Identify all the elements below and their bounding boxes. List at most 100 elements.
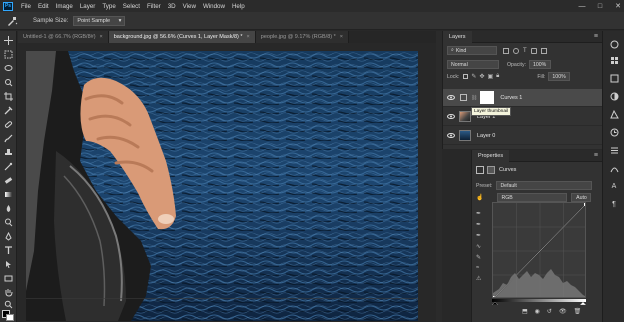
menu-item-window[interactable]: Window — [203, 3, 225, 10]
character-panel-icon[interactable]: A — [609, 181, 619, 191]
channels-panel-icon[interactable] — [609, 145, 619, 155]
layer-thumbnail[interactable] — [459, 111, 471, 122]
filter-smart-object-icon[interactable] — [540, 47, 547, 54]
close-icon[interactable]: × — [247, 34, 250, 40]
panel-menu-icon[interactable]: ≡ — [594, 33, 598, 40]
rectangle-tool-icon[interactable] — [3, 273, 14, 284]
canvas-area[interactable] — [18, 43, 436, 322]
hand-tool-icon[interactable] — [3, 287, 14, 298]
auto-button[interactable]: Auto — [571, 193, 592, 202]
black-point-eyedropper-icon[interactable]: ✒ — [476, 210, 481, 217]
filter-pixel-icon[interactable] — [503, 47, 509, 54]
history-panel-icon[interactable] — [609, 127, 619, 137]
eyedropper-icon[interactable] — [3, 105, 14, 116]
eraser-tool-icon[interactable] — [3, 175, 14, 186]
visibility-eye-icon[interactable] — [446, 95, 456, 100]
mask-icon[interactable] — [487, 166, 495, 174]
path-selection-icon[interactable] — [3, 259, 14, 270]
tab-background[interactable]: background.jpg @ 56.6% (Curves 1, Layer … — [108, 31, 256, 43]
menu-item-type[interactable]: Type — [102, 3, 115, 10]
minimize-button[interactable]: — — [578, 3, 586, 10]
marquee-tool-icon[interactable] — [3, 49, 14, 60]
clip-to-layer-icon[interactable]: ⬒ — [522, 308, 528, 315]
history-brush-icon[interactable] — [3, 161, 14, 172]
layer-filter-select[interactable]: ⌕ Kind — [447, 46, 497, 55]
crop-tool-icon[interactable] — [3, 91, 14, 102]
close-icon[interactable]: × — [340, 34, 343, 40]
layer-row[interactable]: ⛓ Curves 1 — [443, 89, 603, 107]
preset-select[interactable]: Default — [496, 181, 593, 190]
lasso-tool-icon[interactable] — [3, 63, 14, 74]
layer-thumbnail[interactable] — [459, 130, 471, 141]
paths-panel-icon[interactable] — [609, 163, 619, 173]
gray-point-eyedropper-icon[interactable]: ✒ — [476, 221, 481, 228]
lock-image-icon[interactable]: ✎ — [471, 73, 476, 80]
toggle-visibility-icon[interactable]: 👁︎ — [559, 308, 567, 315]
draw-curve-icon[interactable]: ✎ — [476, 254, 481, 261]
color-panel-icon[interactable] — [609, 39, 619, 49]
tab-properties[interactable]: Properties — [472, 149, 510, 162]
layer-row[interactable]: Layer 0 — [443, 127, 603, 145]
on-image-adjust-icon[interactable]: ☝ — [476, 194, 483, 201]
quick-selection-tool-icon[interactable] — [3, 77, 14, 88]
filter-type-icon[interactable]: T — [523, 48, 527, 54]
eyedropper-tool-icon[interactable] — [5, 15, 19, 27]
menu-item-view[interactable]: View — [183, 3, 196, 10]
filter-shape-icon[interactable] — [530, 47, 537, 54]
delete-icon[interactable]: 🗑︎ — [574, 308, 582, 315]
close-button[interactable]: ✕ — [614, 2, 622, 10]
swatches-panel-icon[interactable] — [609, 55, 619, 65]
background-color-swatch[interactable] — [6, 314, 14, 321]
close-icon[interactable]: × — [100, 34, 103, 40]
move-tool-icon[interactable] — [3, 35, 14, 46]
tab-untitled[interactable]: Untitled-1 @ 66.7% (RGB/8#) × — [18, 31, 109, 43]
view-previous-icon[interactable]: ◉ — [535, 308, 540, 315]
curves-graph[interactable] — [492, 202, 586, 298]
tab-people[interactable]: people.jpg @ 9.17% (RGB/8) * × — [255, 31, 349, 43]
menu-item-image[interactable]: Image — [56, 3, 73, 10]
libraries-panel-icon[interactable] — [609, 73, 619, 83]
menu-item-file[interactable]: File — [21, 3, 31, 10]
pen-tool-icon[interactable] — [3, 231, 14, 242]
dodge-tool-icon[interactable] — [3, 217, 14, 228]
layer-mask-thumbnail[interactable] — [480, 91, 495, 104]
filter-adjustment-icon[interactable] — [513, 47, 519, 54]
edit-points-icon[interactable]: ∿ — [476, 243, 481, 250]
styles-panel-icon[interactable] — [609, 109, 619, 119]
lock-position-icon[interactable]: ✥ — [479, 73, 484, 80]
menu-item-filter[interactable]: Filter — [147, 3, 161, 10]
paragraph-panel-icon[interactable]: ¶ — [609, 199, 619, 209]
maximize-button[interactable]: □ — [596, 3, 604, 10]
visibility-eye-icon[interactable] — [446, 114, 456, 119]
menu-item-select[interactable]: Select — [123, 3, 140, 10]
lock-all-icon[interactable]: 🔒︎ — [496, 73, 499, 80]
adjustments-panel-icon[interactable] — [609, 91, 619, 101]
lock-transparency-icon[interactable] — [463, 74, 469, 79]
fill-field[interactable]: 100% — [548, 72, 571, 81]
tab-layers[interactable]: Layers — [443, 30, 472, 43]
menu-item-help[interactable]: Help — [232, 3, 245, 10]
healing-brush-icon[interactable] — [3, 119, 14, 130]
document-canvas[interactable] — [26, 51, 418, 321]
type-tool-icon[interactable] — [3, 245, 14, 256]
blend-mode-select[interactable]: Normal — [447, 60, 499, 69]
panel-menu-icon[interactable]: ≡ — [594, 152, 598, 159]
sample-size-select[interactable]: Point Sample ▾ — [73, 15, 126, 26]
visibility-eye-icon[interactable] — [446, 133, 456, 138]
opacity-field[interactable]: 100% — [529, 60, 552, 69]
menu-item-edit[interactable]: Edit — [38, 3, 49, 10]
brush-tool-icon[interactable] — [3, 133, 14, 144]
blur-tool-icon[interactable] — [3, 203, 14, 214]
layer-row[interactable]: Layer 1 — [443, 108, 603, 126]
zoom-tool-icon[interactable] — [3, 299, 14, 310]
clipping-warning-icon[interactable]: ⚠ — [476, 275, 481, 282]
lock-artboard-icon[interactable]: ▣ — [487, 73, 493, 80]
menu-item-layer[interactable]: Layer — [80, 3, 95, 10]
link-icon[interactable]: ⛓ — [471, 95, 477, 101]
menu-item-3d[interactable]: 3D — [168, 3, 176, 10]
clone-stamp-icon[interactable] — [3, 147, 14, 158]
gradient-tool-icon[interactable] — [3, 189, 14, 200]
white-point-eyedropper-icon[interactable]: ✒ — [476, 232, 481, 239]
reset-icon[interactable]: ↺ — [547, 308, 552, 315]
channel-select[interactable]: RGB — [497, 193, 568, 202]
